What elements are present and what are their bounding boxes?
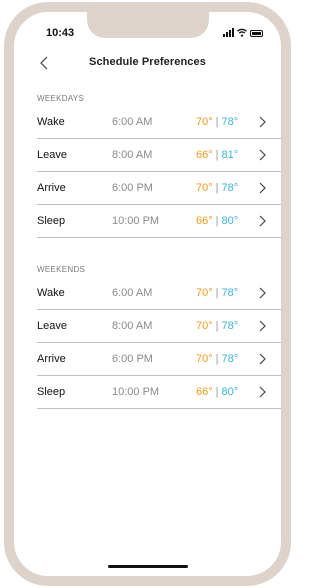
row-temps: 70° | 78°: [196, 320, 238, 332]
temp-separator: |: [215, 353, 219, 365]
schedule-row-weekends-arrive[interactable]: Arrive 6:00 PM 70° | 78°: [37, 343, 281, 376]
section-header-weekends: WEEKENDS: [37, 265, 86, 274]
schedule-row-weekdays-arrive[interactable]: Arrive 6:00 PM 70° | 78°: [37, 172, 281, 205]
phone-device: 10:43 Schedule Preferences WEEKDAYS Wake…: [0, 0, 295, 588]
heat-setpoint: 70°: [196, 320, 213, 332]
row-temps: 66° | 81°: [196, 149, 238, 161]
heat-setpoint: 66°: [196, 215, 213, 227]
row-label: Sleep: [37, 386, 66, 398]
chevron-right-icon: [259, 215, 266, 227]
row-label: Arrive: [37, 182, 66, 194]
chevron-right-icon: [259, 287, 266, 299]
row-time: 10:00 PM: [112, 215, 160, 227]
row-label: Wake: [37, 116, 65, 128]
row-time: 6:00 PM: [112, 353, 153, 365]
cool-setpoint: 78°: [221, 353, 239, 365]
schedule-row-weekends-wake[interactable]: Wake 6:00 AM 70° | 78°: [37, 277, 281, 310]
chevron-right-icon: [259, 320, 266, 332]
chevron-right-icon: [259, 149, 266, 161]
temp-separator: |: [215, 287, 219, 299]
status-icons: [223, 27, 263, 37]
row-time: 10:00 PM: [112, 386, 160, 398]
schedule-row-weekdays-wake[interactable]: Wake 6:00 AM 70° | 78°: [37, 106, 281, 139]
row-temps: 70° | 78°: [196, 182, 238, 194]
row-divider: [37, 237, 281, 238]
row-temps: 70° | 78°: [196, 116, 238, 128]
row-temps: 70° | 78°: [196, 353, 238, 365]
row-label: Leave: [37, 149, 67, 161]
row-temps: 66° | 80°: [196, 215, 238, 227]
schedule-row-weekdays-sleep[interactable]: Sleep 10:00 PM 66° | 80°: [37, 205, 281, 238]
temp-separator: |: [215, 386, 219, 398]
row-divider: [37, 408, 281, 409]
cool-setpoint: 78°: [221, 320, 239, 332]
heat-setpoint: 70°: [196, 116, 213, 128]
temp-separator: |: [215, 320, 219, 332]
row-label: Wake: [37, 287, 65, 299]
heat-setpoint: 70°: [196, 182, 213, 194]
phone-screen: 10:43 Schedule Preferences WEEKDAYS Wake…: [14, 12, 281, 576]
temp-separator: |: [215, 215, 219, 227]
chevron-right-icon: [259, 116, 266, 128]
schedule-row-weekends-sleep[interactable]: Sleep 10:00 PM 66° | 80°: [37, 376, 281, 409]
row-temps: 66° | 80°: [196, 386, 238, 398]
temp-separator: |: [215, 149, 219, 161]
heat-setpoint: 66°: [196, 386, 213, 398]
section-header-weekdays: WEEKDAYS: [37, 94, 85, 103]
row-label: Sleep: [37, 215, 66, 227]
row-label: Arrive: [37, 353, 66, 365]
row-time: 8:00 AM: [112, 320, 153, 332]
page-title: Schedule Preferences: [89, 56, 206, 68]
row-time: 6:00 PM: [112, 182, 153, 194]
cool-setpoint: 78°: [221, 287, 239, 299]
home-indicator[interactable]: [108, 565, 188, 568]
heat-setpoint: 70°: [196, 353, 213, 365]
chevron-right-icon: [259, 353, 266, 365]
schedule-row-weekends-leave[interactable]: Leave 8:00 AM 70° | 78°: [37, 310, 281, 343]
row-time: 6:00 AM: [112, 116, 153, 128]
cool-setpoint: 78°: [221, 182, 239, 194]
cool-setpoint: 80°: [221, 215, 239, 227]
row-label: Leave: [37, 320, 67, 332]
row-time: 8:00 AM: [112, 149, 153, 161]
chevron-right-icon: [259, 182, 266, 194]
temp-separator: |: [215, 182, 219, 194]
chevron-right-icon: [259, 386, 266, 398]
temp-separator: |: [215, 116, 219, 128]
battery-icon: [250, 30, 263, 37]
row-temps: 70° | 78°: [196, 287, 238, 299]
schedule-row-weekdays-leave[interactable]: Leave 8:00 AM 66° | 81°: [37, 139, 281, 172]
cool-setpoint: 80°: [221, 386, 239, 398]
notch: [87, 12, 209, 38]
cool-setpoint: 81°: [221, 149, 239, 161]
heat-setpoint: 70°: [196, 287, 213, 299]
status-time: 10:43: [46, 27, 75, 39]
signal-icon: [223, 28, 234, 37]
cool-setpoint: 78°: [221, 116, 239, 128]
wifi-icon: [237, 28, 247, 37]
row-time: 6:00 AM: [112, 287, 153, 299]
heat-setpoint: 66°: [196, 149, 213, 161]
